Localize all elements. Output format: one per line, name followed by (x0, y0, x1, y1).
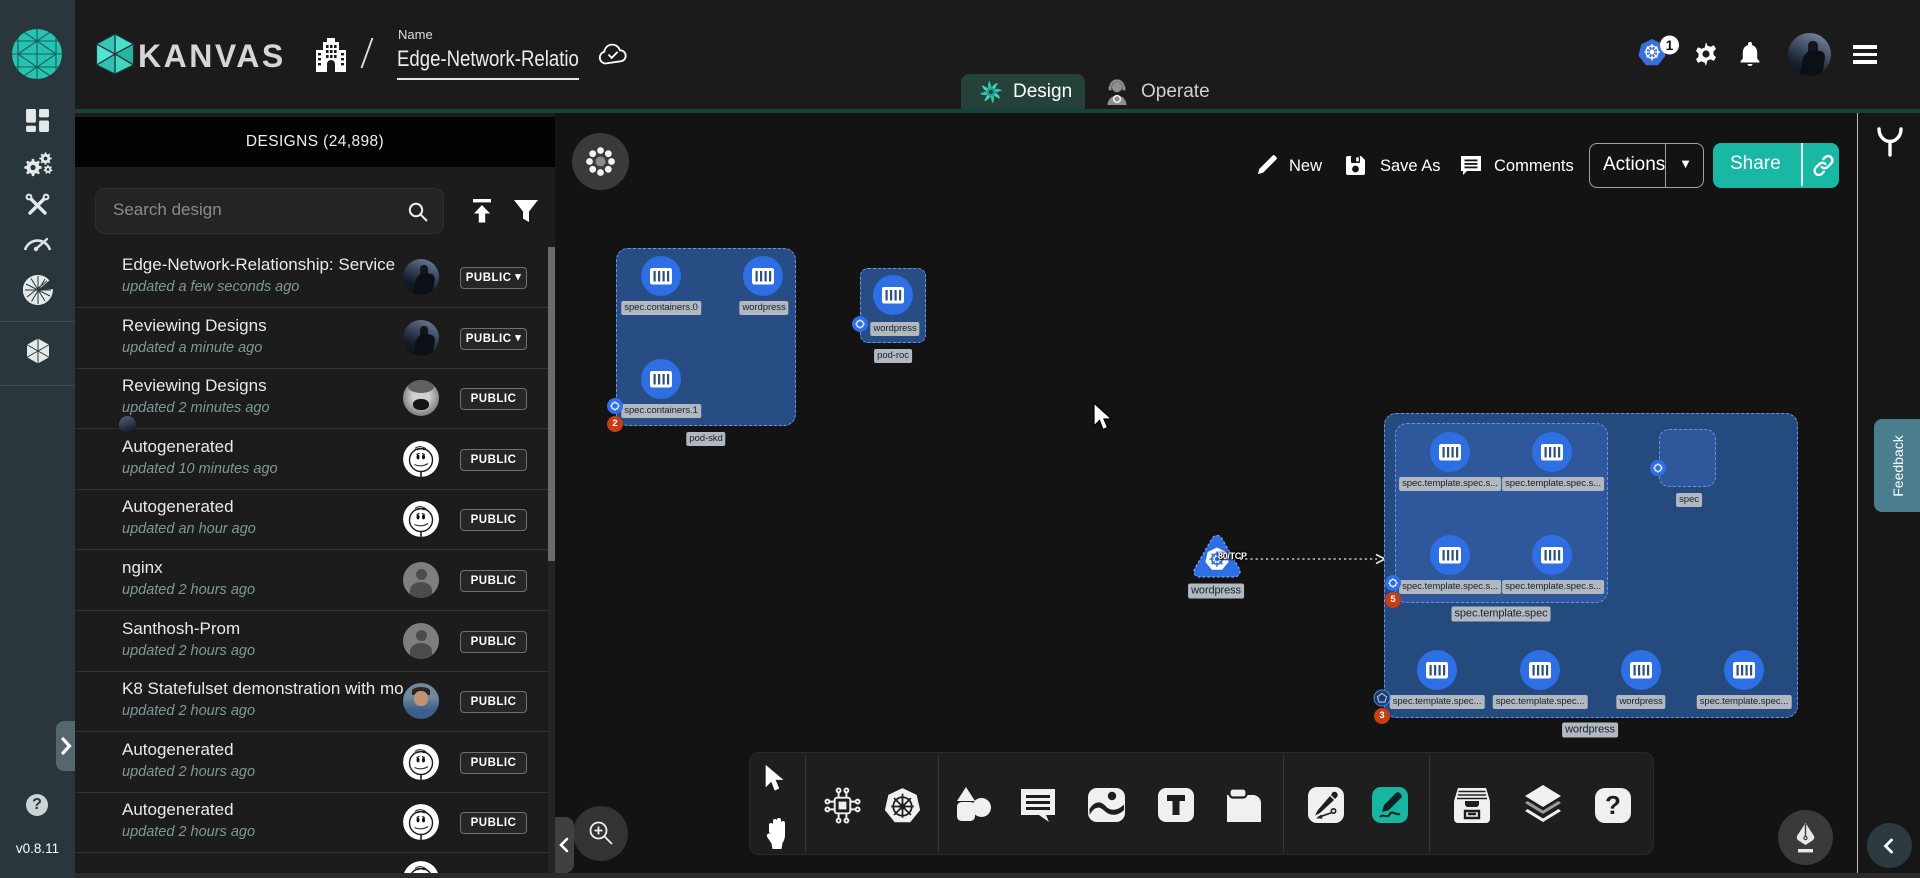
svg-text:1: 1 (1666, 38, 1674, 53)
svg-text:?: ? (1605, 790, 1621, 820)
